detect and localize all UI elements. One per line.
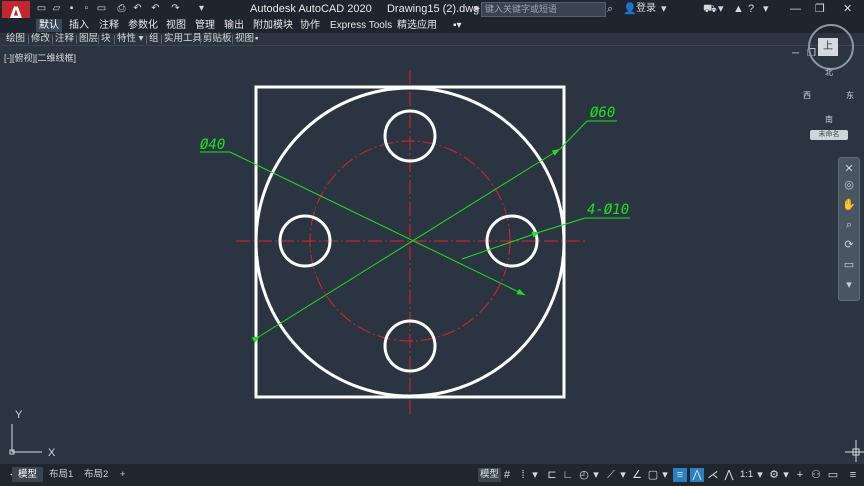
- ucs-x-label: X: [48, 447, 56, 459]
- infer-constraints-icon[interactable]: ⊏: [545, 468, 559, 482]
- annotation-monitor-icon[interactable]: +: [793, 468, 807, 482]
- dim-60-text[interactable]: Ø60: [590, 105, 615, 121]
- grid-icon[interactable]: #: [500, 468, 514, 482]
- dropdown-icon[interactable]: ▾: [660, 468, 670, 482]
- snap-icon[interactable]: ⁞: [516, 468, 530, 482]
- drawing-svg: Ø60 Ø40 4-Ø10 Y X: [9, 70, 864, 462]
- crosshair-cursor: [845, 440, 864, 462]
- object-snap-icon[interactable]: ▢: [646, 468, 660, 482]
- auto-scale-icon[interactable]: ⋌: [706, 468, 720, 482]
- dropdown-icon[interactable]: ▾: [755, 468, 765, 482]
- dim-holes-text[interactable]: 4-Ø10: [587, 202, 629, 218]
- hardware-acceleration-icon[interactable]: ⚇: [809, 468, 823, 482]
- model-space-button[interactable]: 模型: [478, 468, 502, 482]
- ortho-icon[interactable]: ∟: [561, 468, 575, 482]
- ucs-y-label: Y: [15, 409, 23, 421]
- tab-layout2[interactable]: 布局2: [78, 467, 114, 482]
- lineweight-icon[interactable]: ≡: [673, 468, 687, 482]
- annotation-visibility-icon[interactable]: ⋀: [690, 468, 704, 482]
- isodraft-icon[interactable]: ⟋: [604, 468, 618, 482]
- isolate-objects-icon[interactable]: ▭: [826, 468, 840, 482]
- add-layout-button[interactable]: +: [114, 467, 132, 482]
- tab-layout1[interactable]: 布局1: [43, 467, 79, 482]
- dropdown-icon[interactable]: ▾: [530, 468, 540, 482]
- dim-40-line[interactable]: [229, 151, 526, 296]
- ucs-icon: [9, 424, 42, 455]
- dropdown-icon[interactable]: ▾: [781, 468, 791, 482]
- tab-model[interactable]: 模型: [12, 467, 44, 482]
- dropdown-icon[interactable]: ▾: [591, 468, 601, 482]
- polar-tracking-icon[interactable]: ◴: [577, 468, 591, 482]
- customization-icon[interactable]: ≡: [846, 468, 860, 482]
- workspace-icon[interactable]: ⚙: [767, 468, 781, 482]
- dim-holes-line[interactable]: [461, 231, 541, 260]
- annotation-scale-icon[interactable]: ⋀: [722, 468, 736, 482]
- object-snap-tracking-icon[interactable]: ∠: [630, 468, 644, 482]
- status-bar: ◂ 模型 布局1 布局2 + 模型 # ⁞ ▾ ⊏ ∟ ◴ ▾ ⟋ ▾ ∠ ▢ …: [0, 464, 864, 486]
- dropdown-icon[interactable]: ▾: [618, 468, 628, 482]
- dim-40-text[interactable]: Ø40: [200, 137, 225, 153]
- annotation-scale-value[interactable]: 1:1: [740, 468, 753, 482]
